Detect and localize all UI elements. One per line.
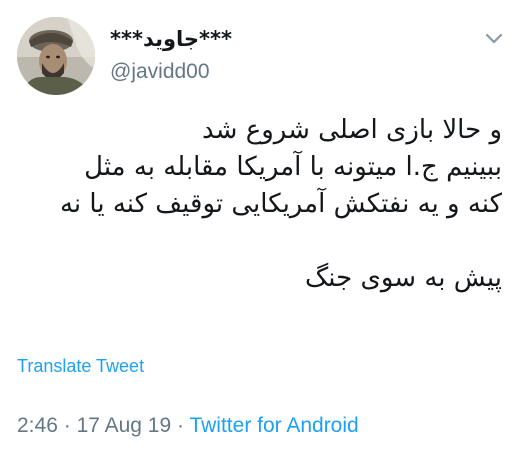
user-handle[interactable]: @javidd00 [110, 60, 210, 84]
tweet-line: پیش به سوی جنگ [305, 263, 502, 293]
tweet-line: و حالا بازی اصلی شروع شد [202, 115, 502, 145]
display-name[interactable]: ***جاوید*** [110, 27, 232, 51]
meta-separator: · [63, 414, 71, 437]
tweet-time[interactable]: 2:46 [17, 414, 58, 437]
profile-photo [17, 17, 95, 95]
tweet-source-link[interactable]: Twitter for Android [189, 414, 358, 437]
tweet-line: ببینیم ج.ا میتونه با آمریکا مقابله به مث… [84, 152, 502, 182]
tweet-meta: 2:46 · 17 Aug 19 · Twitter for Android [17, 414, 359, 438]
meta-separator: · [177, 414, 184, 437]
tweet-date[interactable]: 17 Aug 19 [77, 414, 172, 437]
tweet-line: کنه و یه نفتکش آمریکایی توقیف کنه یا نه [59, 189, 502, 219]
tweet-text: و حالا بازی اصلی شروع شد ببینیم ج.ا میتو… [22, 112, 502, 297]
tweet-card: ***جاوید*** @javidd00 و حالا بازی اصلی ش… [0, 0, 520, 456]
translate-tweet-link[interactable]: Translate Tweet [17, 356, 144, 377]
avatar[interactable] [17, 17, 95, 95]
chevron-down-icon[interactable] [484, 30, 504, 44]
